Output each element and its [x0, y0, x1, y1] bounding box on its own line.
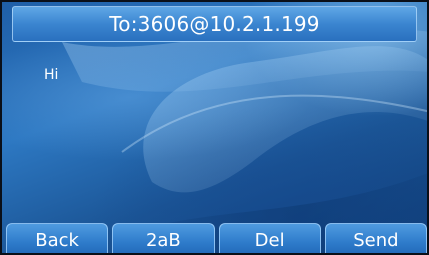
delete-softkey[interactable]: Del: [218, 223, 321, 253]
send-softkey[interactable]: Send: [324, 223, 427, 253]
input-mode-softkey[interactable]: 2aB: [112, 223, 215, 253]
recipient-title-bar: To:3606@10.2.1.199: [12, 6, 417, 42]
recipient-title: To:3606@10.2.1.199: [109, 12, 320, 36]
phone-screen: To:3606@10.2.1.199 Hi Back 2aB Del Send: [0, 0, 429, 255]
back-softkey[interactable]: Back: [6, 223, 109, 253]
softkey-bar: Back 2aB Del Send: [2, 223, 427, 253]
message-text: Hi: [44, 67, 59, 83]
